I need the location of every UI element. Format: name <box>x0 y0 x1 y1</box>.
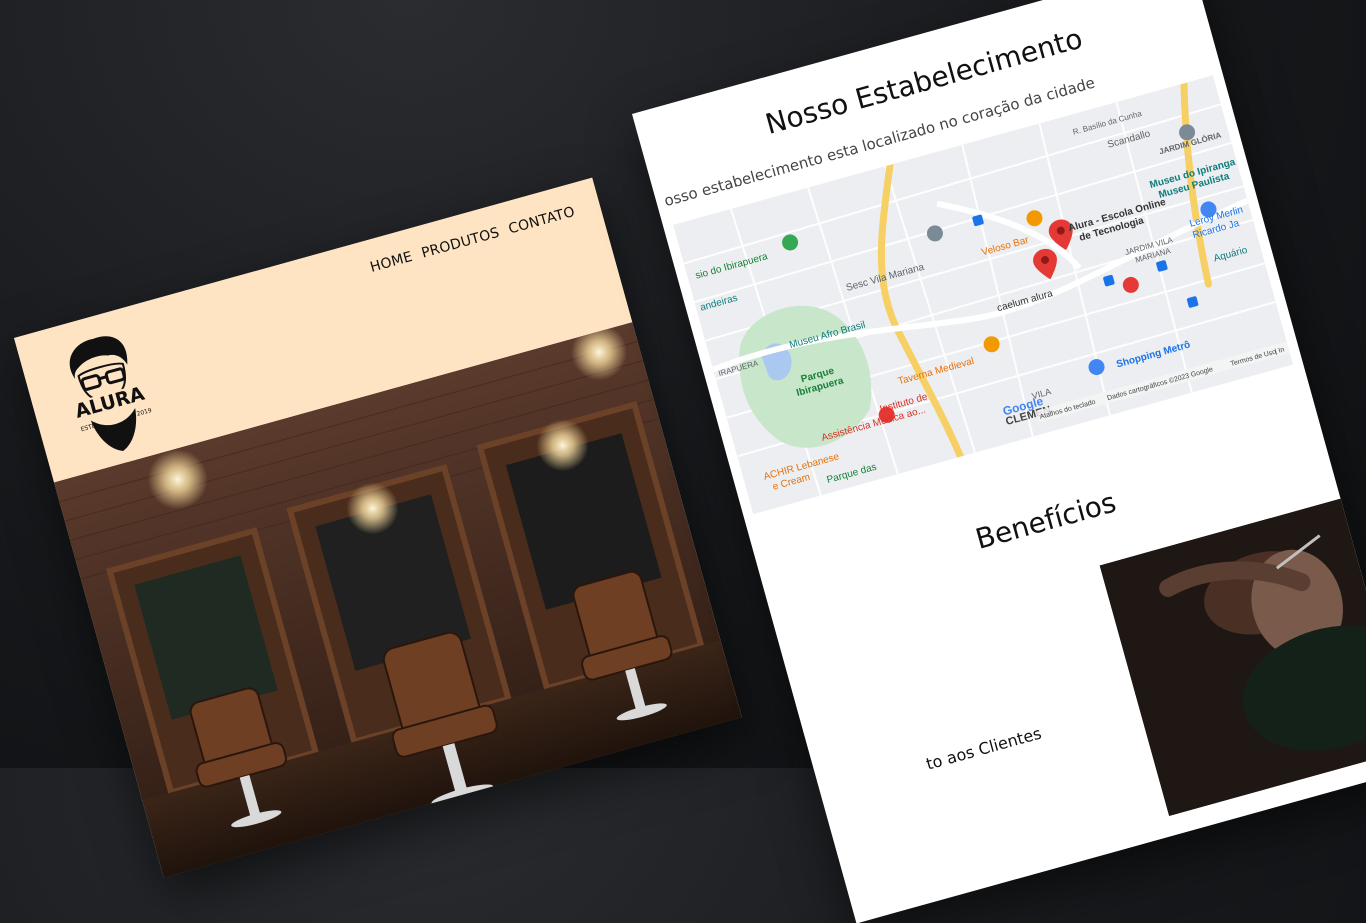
nav-home-link[interactable]: HOME <box>368 249 414 276</box>
svg-text:2019: 2019 <box>136 407 153 418</box>
establishment-page-screenshot: Nosso Estabelecimento osso estabelecimen… <box>632 0 1366 923</box>
homepage-screenshot: ALURA ESTD 2019 HOME PRODUTOS CONTATO <box>14 177 742 878</box>
nav-produtos-link[interactable]: PRODUTOS <box>420 225 502 262</box>
barber-logo[interactable]: ALURA ESTD 2019 <box>47 321 167 466</box>
main-nav: HOME PRODUTOS CONTATO <box>368 204 576 276</box>
benefit-item-text: to aos Clientes <box>923 723 1044 774</box>
nav-contato-link[interactable]: CONTATO <box>507 204 577 238</box>
barber-face-icon: ALURA ESTD 2019 <box>67 336 153 451</box>
barber-beard-photo <box>1099 498 1366 816</box>
